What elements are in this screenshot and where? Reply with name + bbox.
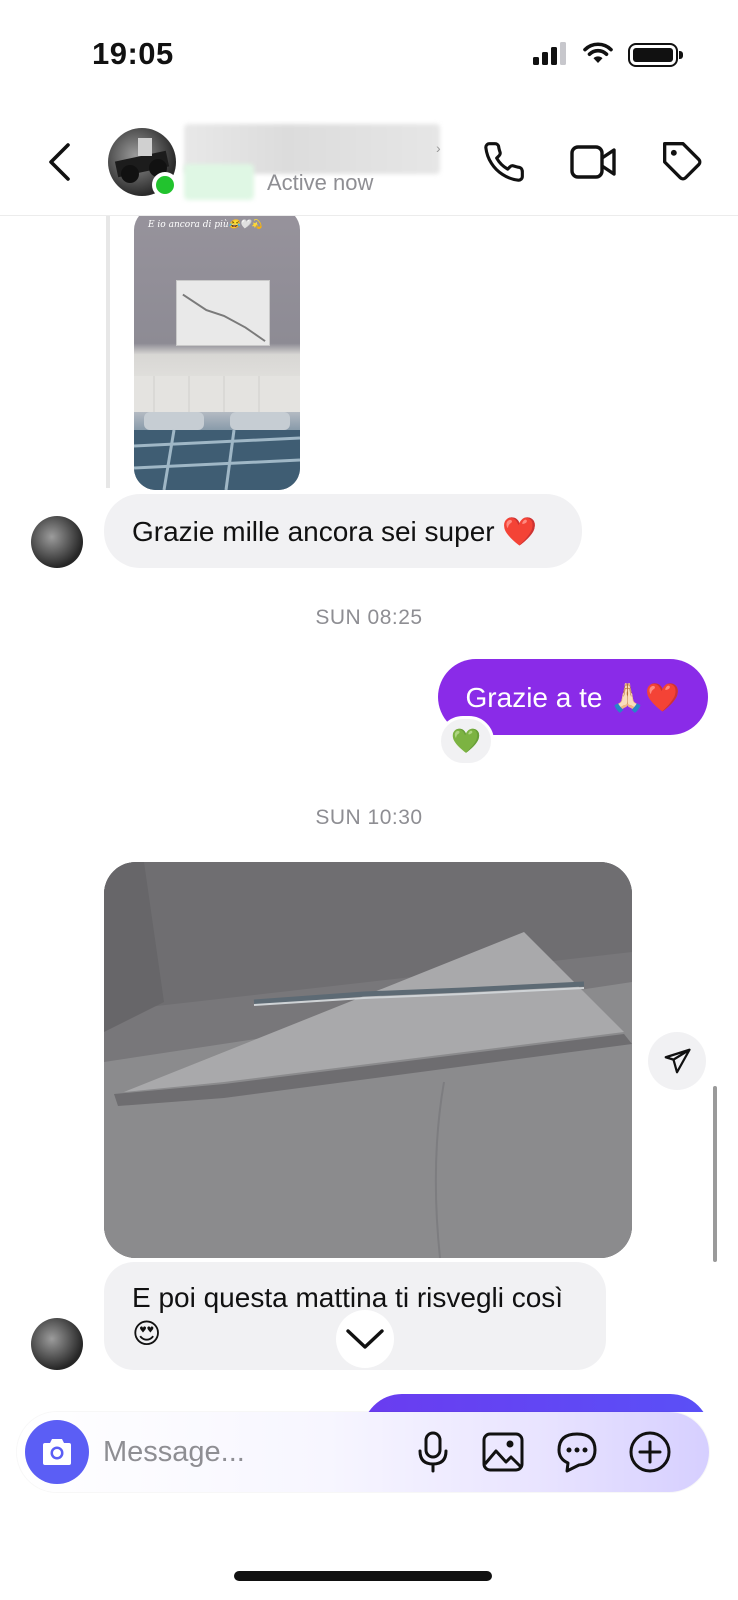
online-indicator xyxy=(152,172,178,198)
share-button[interactable] xyxy=(648,1032,706,1090)
wifi-icon xyxy=(582,41,614,70)
tag-button[interactable] xyxy=(655,134,711,190)
scrollbar[interactable] xyxy=(713,1086,717,1262)
message-timestamp: SUN 10:30 xyxy=(315,806,423,829)
add-button[interactable] xyxy=(624,1426,676,1478)
story-artwork xyxy=(176,280,270,346)
status-bar: 19:05 xyxy=(0,0,738,110)
video-camera-icon xyxy=(570,145,616,179)
contact-handle-blurred xyxy=(184,164,254,200)
message-composer xyxy=(17,1412,709,1492)
sticker-button[interactable] xyxy=(551,1426,603,1478)
home-indicator[interactable] xyxy=(234,1571,492,1581)
sender-avatar[interactable] xyxy=(31,516,83,568)
camera-button[interactable] xyxy=(25,1420,89,1484)
chevron-down-icon xyxy=(346,1329,384,1349)
voice-message-button[interactable] xyxy=(407,1426,459,1478)
sender-avatar[interactable] xyxy=(31,1318,83,1370)
reply-indicator-bar xyxy=(106,216,110,488)
call-button[interactable] xyxy=(476,134,532,190)
sticker-icon xyxy=(557,1432,597,1473)
scroll-to-bottom-button[interactable] xyxy=(336,1310,394,1368)
status-icons xyxy=(532,40,683,70)
status-time: 19:05 xyxy=(92,36,174,71)
story-caption: E io ancora di più😂🤍💫 xyxy=(148,220,263,230)
tag-icon xyxy=(663,142,702,181)
microphone-icon xyxy=(418,1431,448,1473)
cellular-signal-icon xyxy=(532,41,568,70)
chevron-right-icon: › xyxy=(436,140,441,156)
camera-icon xyxy=(43,1439,71,1465)
story-reply-thumbnail[interactable]: E io ancora di più😂🤍💫 xyxy=(134,216,300,490)
video-call-button[interactable] xyxy=(565,134,621,190)
chat-header: › Active now xyxy=(0,110,738,216)
gallery-button[interactable] xyxy=(477,1426,529,1478)
battery-icon xyxy=(628,43,683,67)
back-button[interactable] xyxy=(38,134,82,190)
message-input[interactable] xyxy=(103,1426,403,1478)
photo-message[interactable] xyxy=(104,862,632,1258)
active-status: Active now xyxy=(267,170,374,195)
gallery-icon xyxy=(482,1432,524,1472)
outgoing-message-partial[interactable] xyxy=(362,1394,710,1412)
phone-icon xyxy=(484,142,524,182)
send-icon xyxy=(664,1048,691,1074)
message-reaction[interactable]: 💚 xyxy=(438,716,494,766)
back-icon xyxy=(49,143,70,181)
message-list[interactable]: E io ancora di più😂🤍💫 Grazie mille ancor… xyxy=(0,216,738,1412)
plus-icon xyxy=(629,1431,671,1473)
message-timestamp: SUN 08:25 xyxy=(315,606,423,629)
incoming-message[interactable]: Grazie mille ancora sei super ❤️ xyxy=(104,494,582,568)
